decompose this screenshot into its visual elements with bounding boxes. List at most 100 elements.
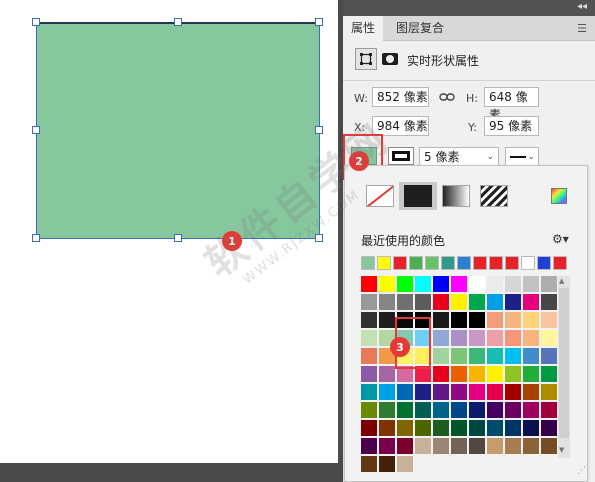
color-swatch[interactable] (415, 438, 431, 454)
color-swatch[interactable] (361, 438, 377, 454)
color-swatch[interactable] (523, 366, 539, 382)
color-swatch[interactable] (433, 330, 449, 346)
recent-color-swatch[interactable] (457, 256, 471, 270)
recent-color-swatch[interactable] (441, 256, 455, 270)
stroke-color-swatch[interactable] (388, 147, 414, 165)
shape-layer-icon[interactable] (355, 48, 377, 70)
color-swatch[interactable] (505, 312, 521, 328)
color-swatch[interactable] (487, 312, 503, 328)
color-swatch[interactable] (415, 384, 431, 400)
color-swatch[interactable] (487, 330, 503, 346)
recent-color-swatch[interactable] (489, 256, 503, 270)
color-swatch[interactable] (451, 384, 467, 400)
color-swatch[interactable] (469, 402, 485, 418)
color-swatch[interactable] (487, 384, 503, 400)
color-swatch[interactable] (361, 456, 377, 472)
color-swatch[interactable] (469, 294, 485, 310)
color-swatch[interactable] (469, 276, 485, 292)
color-swatch[interactable] (361, 312, 377, 328)
color-swatch[interactable] (487, 294, 503, 310)
color-swatch[interactable] (361, 420, 377, 436)
color-swatch[interactable] (361, 366, 377, 382)
mask-icon[interactable] (382, 53, 398, 65)
color-swatch[interactable] (397, 456, 413, 472)
resize-handle-bottom-left[interactable] (32, 234, 40, 242)
color-swatch[interactable] (541, 276, 557, 292)
rectangle-shape[interactable] (36, 22, 320, 239)
color-swatch[interactable] (541, 384, 557, 400)
link-icon[interactable] (439, 91, 455, 106)
y-field[interactable]: 95 像素 (484, 116, 539, 136)
color-swatch[interactable] (415, 276, 431, 292)
color-swatch[interactable] (397, 384, 413, 400)
color-swatch[interactable] (487, 348, 503, 364)
color-swatch[interactable] (523, 276, 539, 292)
tab-properties[interactable]: 属性 (343, 16, 384, 41)
color-swatch[interactable] (505, 420, 521, 436)
color-swatch[interactable] (361, 330, 377, 346)
color-swatch[interactable] (433, 438, 449, 454)
color-swatch[interactable] (379, 420, 395, 436)
color-swatch[interactable] (505, 276, 521, 292)
color-swatch[interactable] (469, 438, 485, 454)
recent-color-swatch[interactable] (521, 256, 535, 270)
color-swatch[interactable] (487, 438, 503, 454)
color-swatch[interactable] (487, 420, 503, 436)
color-swatch[interactable] (361, 384, 377, 400)
color-swatch[interactable] (379, 294, 395, 310)
recent-color-swatch[interactable] (361, 256, 375, 270)
color-swatch[interactable] (433, 384, 449, 400)
color-swatch[interactable] (523, 348, 539, 364)
scroll-thumb[interactable] (559, 288, 569, 438)
color-swatch[interactable] (505, 294, 521, 310)
color-swatch[interactable] (433, 366, 449, 382)
color-swatch[interactable] (451, 330, 467, 346)
color-swatch[interactable] (487, 402, 503, 418)
color-swatch[interactable] (469, 420, 485, 436)
color-swatch[interactable] (541, 438, 557, 454)
color-swatch[interactable] (433, 276, 449, 292)
color-swatch[interactable] (433, 294, 449, 310)
color-swatch[interactable] (505, 330, 521, 346)
color-swatch[interactable] (379, 456, 395, 472)
color-swatch[interactable] (379, 366, 395, 382)
color-swatch[interactable] (523, 402, 539, 418)
resize-handle-top[interactable] (174, 18, 182, 26)
collapse-icon[interactable]: ◂◂ (577, 1, 587, 12)
color-swatch[interactable] (541, 294, 557, 310)
swatch-scrollbar[interactable]: ▲ ▼ (558, 276, 570, 458)
color-swatch[interactable] (433, 402, 449, 418)
color-swatch[interactable] (451, 438, 467, 454)
recent-color-swatch[interactable] (425, 256, 439, 270)
recent-color-swatch[interactable] (377, 256, 391, 270)
panel-menu-icon[interactable]: ☰ (577, 22, 587, 35)
color-swatch[interactable] (397, 294, 413, 310)
color-swatch[interactable] (361, 402, 377, 418)
color-swatch[interactable] (433, 420, 449, 436)
color-swatch[interactable] (505, 402, 521, 418)
color-picker-icon[interactable] (551, 188, 567, 204)
color-swatch[interactable] (469, 330, 485, 346)
color-swatch[interactable] (469, 312, 485, 328)
scroll-down-icon[interactable]: ▼ (559, 446, 564, 454)
color-swatch[interactable] (451, 294, 467, 310)
color-swatch[interactable] (541, 366, 557, 382)
color-swatch[interactable] (541, 348, 557, 364)
color-swatch[interactable] (379, 384, 395, 400)
solid-color-button[interactable] (399, 182, 437, 210)
scroll-up-icon[interactable]: ▲ (559, 277, 564, 285)
color-swatch[interactable] (541, 420, 557, 436)
recent-color-swatch[interactable] (537, 256, 551, 270)
color-swatch[interactable] (397, 438, 413, 454)
color-swatch[interactable] (379, 312, 395, 328)
color-swatch[interactable] (505, 348, 521, 364)
color-swatch[interactable] (505, 366, 521, 382)
resize-handle-left[interactable] (32, 126, 40, 134)
height-field[interactable]: 648 像素 (484, 87, 539, 122)
color-swatch[interactable] (451, 402, 467, 418)
gear-icon[interactable]: ⚙▾ (552, 232, 569, 246)
color-swatch[interactable] (487, 366, 503, 382)
color-swatch[interactable] (397, 276, 413, 292)
stroke-width-dropdown[interactable]: 5 像素 ⌄ (419, 147, 499, 167)
resize-handle-top-left[interactable] (32, 18, 40, 26)
